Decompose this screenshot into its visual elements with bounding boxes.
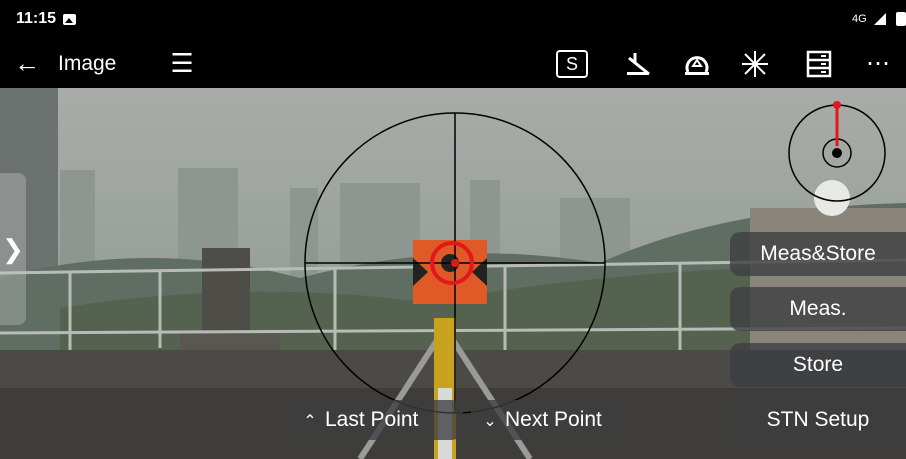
app-screen: 11:15 4G ← Image ☰ S ⋯ ❯ Meas&Store Meas… [0,0,906,459]
last-point-label: Last Point [325,408,419,431]
status-bar: 11:15 4G [0,0,906,40]
page-title: Image [58,52,117,75]
app-bar: ← Image ☰ S ⋯ [0,40,906,88]
status-time: 11:15 [16,10,57,27]
meas-button[interactable]: Meas. [730,287,906,331]
meas-store-button[interactable]: Meas&Store [730,232,906,276]
last-point-button[interactable]: ⌃ Last Point [287,400,463,440]
chevron-up-icon: ⌃ [303,413,317,430]
storage-icon[interactable] [803,48,835,80]
laser-pointer-icon[interactable] [739,48,771,80]
more-icon[interactable]: ⋯ [862,50,894,78]
prism-target [413,240,487,304]
network-type: 4G [852,13,867,25]
next-point-label: Next Point [505,408,602,431]
chevron-down-icon: ⌄ [483,413,497,430]
menu-icon[interactable]: ☰ [168,49,196,77]
prism-icon[interactable] [681,48,713,80]
s-mode-button[interactable]: S [556,50,588,78]
store-button[interactable]: Store [730,343,906,387]
gallery-icon [63,14,76,25]
back-arrow-icon[interactable]: ← [12,48,42,78]
signal-icon [874,13,886,25]
rooftop-tank [202,248,250,338]
side-panel-toggle[interactable]: ❯ [0,173,26,325]
laser-off-icon[interactable] [622,48,654,80]
next-point-button[interactable]: ⌄ Next Point [471,400,625,440]
stn-setup-button[interactable]: STN Setup [730,398,906,442]
battery-icon [896,12,906,26]
